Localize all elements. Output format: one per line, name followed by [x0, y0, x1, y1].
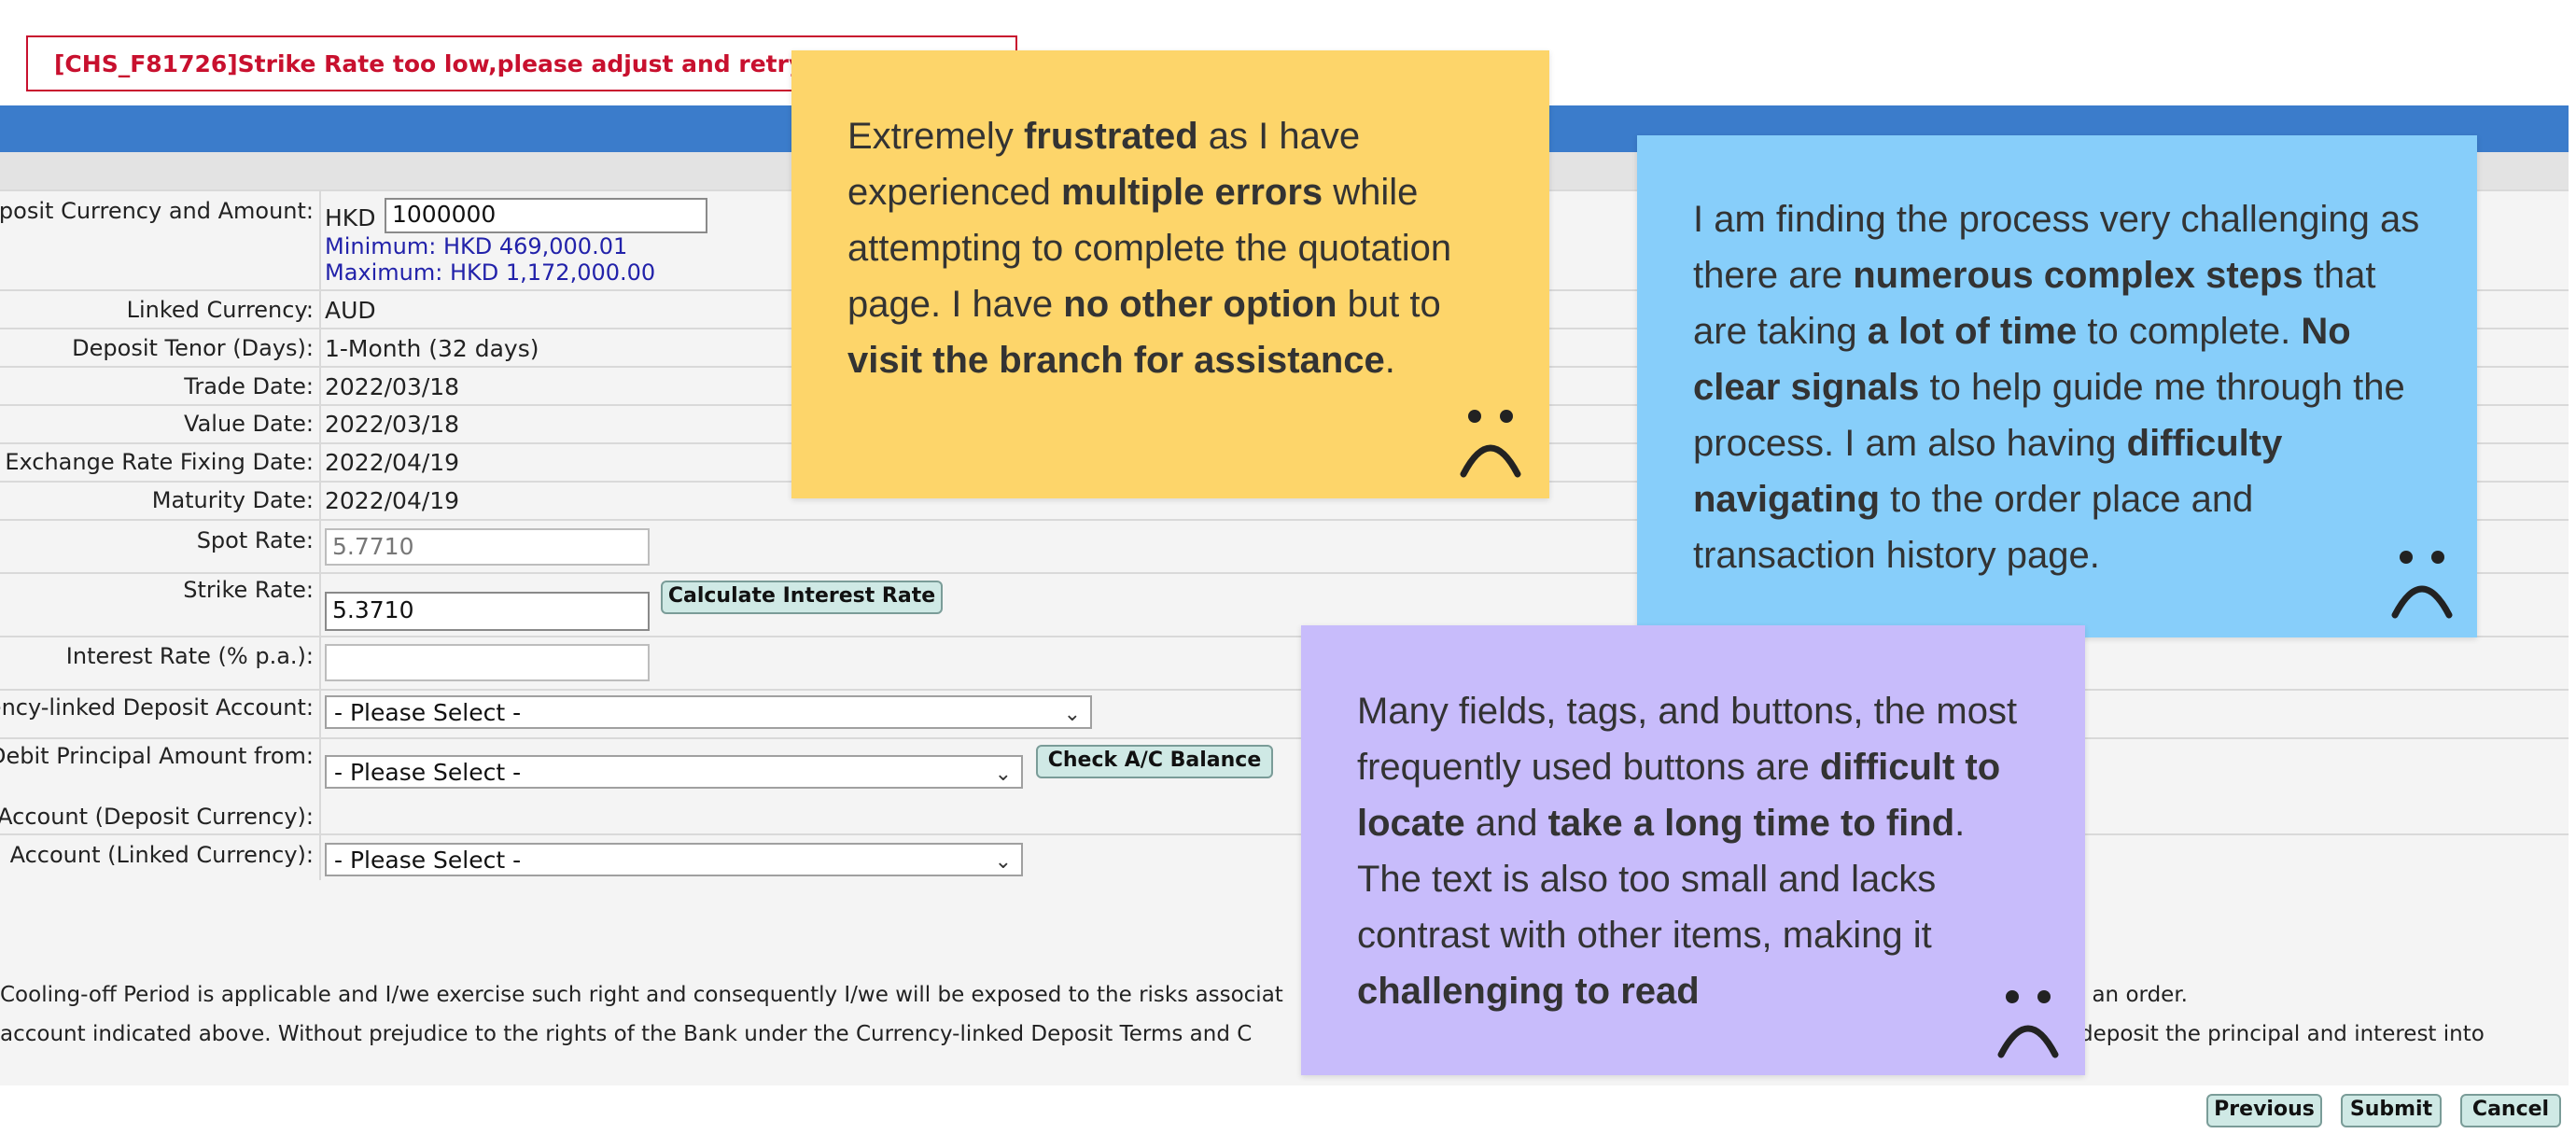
column-divider	[319, 189, 321, 880]
interest-rate-input[interactable]	[325, 644, 650, 681]
note-emphasis: challenging to read	[1357, 971, 1700, 1012]
spot-rate-input: 5.7710	[325, 528, 650, 566]
check-balance-button[interactable]: Check A/C Balance	[1036, 745, 1273, 778]
sad-face-icon	[1997, 990, 2059, 1058]
note-text: but to	[1337, 284, 1441, 325]
maturity-date-value: 2022/04/19	[325, 487, 460, 514]
fixing-date-value: 2022/04/19	[325, 449, 460, 476]
disclaimer-line-1: Cooling-off Period is applicable and I/w…	[0, 983, 1283, 1007]
disclaimer-line-1-end: e an order.	[2072, 983, 2188, 1007]
disclaimer-line-2: account indicated above. Without prejudi…	[0, 1022, 1253, 1046]
maturity-date-label: Maturity Date:	[151, 487, 314, 513]
trade-date-label: Trade Date:	[184, 373, 314, 399]
note-text: to complete.	[2077, 311, 2302, 352]
note-emphasis: visit the branch for assistance	[847, 340, 1385, 381]
linked-currency-value: AUD	[325, 297, 376, 324]
chevron-down-icon: ⌄	[994, 850, 1012, 874]
note-text: Extremely	[847, 116, 1024, 157]
debit-from-selected: - Please Select -	[334, 759, 522, 786]
tenor-label: Deposit Tenor (Days):	[72, 335, 314, 361]
value-date-value: 2022/03/18	[325, 411, 460, 438]
deposit-minimum: Minimum: HKD 469,000.01	[325, 233, 628, 259]
strike-rate-input[interactable]: 5.3710	[325, 592, 650, 631]
calculate-interest-rate-button[interactable]: Calculate Interest Rate	[661, 581, 943, 614]
row-divider	[0, 737, 2569, 739]
submit-button[interactable]: Submit	[2341, 1094, 2442, 1127]
row-divider	[0, 833, 2569, 835]
note-emphasis: a lot of time	[1867, 311, 2078, 352]
cancel-button[interactable]: Cancel	[2460, 1094, 2561, 1127]
chevron-down-icon: ⌄	[1063, 703, 1081, 726]
sad-face-icon	[2391, 551, 2453, 619]
tenor-value: 1-Month (32 days)	[325, 335, 539, 362]
note-text: .	[1384, 340, 1395, 381]
debit-from-select[interactable]: - Please Select - ⌄	[325, 755, 1023, 789]
deposit-currency: HKD	[325, 204, 376, 231]
sad-face-icon	[1460, 410, 1521, 478]
note-emphasis: numerous complex steps	[1853, 255, 2303, 296]
account-linked-ccy-label: Account (Linked Currency):	[9, 842, 314, 868]
sticky-note-hard-to-find: Many fields, tags, and buttons, the most…	[1301, 625, 2085, 1075]
account-linked-ccy-selected: - Please Select -	[334, 847, 522, 874]
spot-rate-label: Spot Rate:	[196, 527, 314, 553]
account-linked-ccy-select[interactable]: - Please Select - ⌄	[325, 843, 1023, 876]
note-text: and	[1464, 803, 1548, 844]
cld-account-label: Currency-linked Deposit Account:	[0, 694, 314, 721]
note-emphasis: take a long time to find	[1547, 803, 1955, 844]
note-emphasis: no other option	[1063, 284, 1337, 325]
strike-rate-label: Strike Rate:	[183, 577, 314, 603]
note-emphasis: frustrated	[1023, 116, 1198, 157]
trade-date-value: 2022/03/18	[325, 373, 460, 400]
cld-account-selected: - Please Select -	[334, 699, 522, 726]
deposit-label: Deposit Currency and Amount:	[0, 198, 314, 224]
disclaimer-line-2-end: deposit the principal and interest into	[2079, 1022, 2485, 1046]
account-deposit-ccy-label: Account (Deposit Currency):	[0, 804, 314, 830]
interest-rate-label: Interest Rate (% p.a.):	[65, 643, 314, 669]
sticky-note-frustrated: Extremely frustrated as I have experienc…	[791, 50, 1549, 498]
fixing-date-label: Exchange Rate Fixing Date:	[5, 449, 314, 475]
previous-button[interactable]: Previous	[2206, 1094, 2322, 1127]
deposit-maximum: Maximum: HKD 1,172,000.00	[325, 259, 656, 286]
row-divider	[0, 689, 2569, 691]
debit-from-label: Debit Principal Amount from:	[0, 743, 314, 769]
note-emphasis: multiple errors	[1061, 172, 1323, 213]
deposit-amount-input[interactable]: 1000000	[385, 198, 707, 233]
chevron-down-icon: ⌄	[994, 763, 1012, 786]
sticky-note-challenging: I am finding the process very challengin…	[1637, 135, 2477, 637]
cld-account-select[interactable]: - Please Select - ⌄	[325, 695, 1092, 729]
value-date-label: Value Date:	[184, 411, 314, 437]
linked-currency-label: Linked Currency:	[126, 297, 314, 323]
